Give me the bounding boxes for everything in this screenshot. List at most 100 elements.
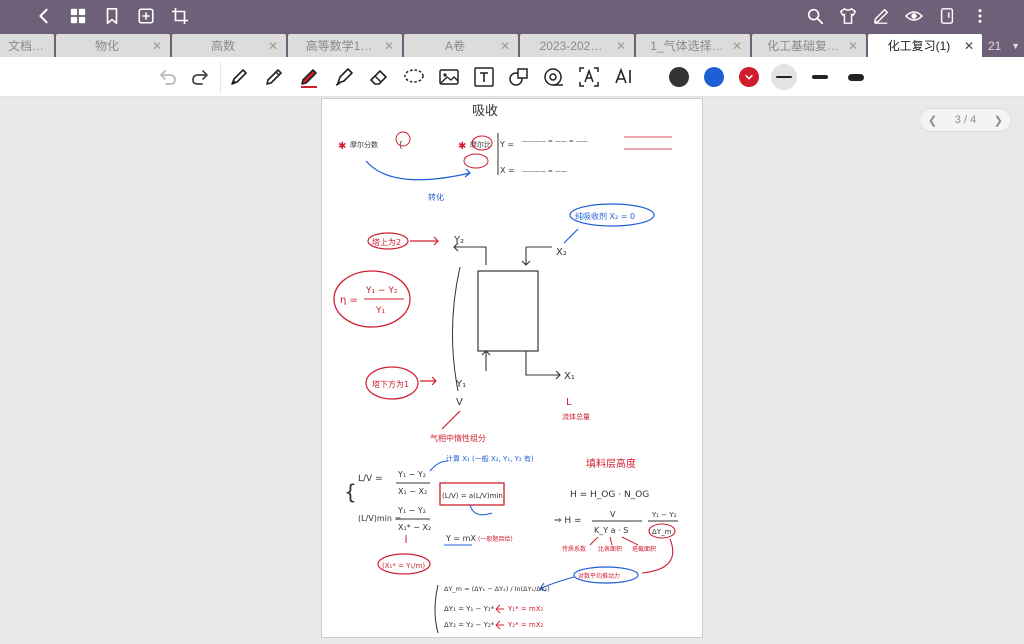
lv-lhs: L/V = xyxy=(358,474,383,484)
inert-gas-label: 气相中惰性组分 xyxy=(430,433,486,443)
tab-8-active[interactable]: 化工复习(1) ✕ xyxy=(868,34,982,57)
star-icon: ✱ xyxy=(338,141,346,152)
color-swatch-blue[interactable] xyxy=(704,67,724,87)
tab-overflow-count[interactable]: 21 ▼ xyxy=(984,34,1024,57)
lvmin-numerator: Y₁ − Y₂ xyxy=(397,506,426,515)
back-icon[interactable] xyxy=(34,6,54,26)
highlighter-icon[interactable] xyxy=(332,65,356,89)
shirt-icon[interactable] xyxy=(838,6,858,26)
lv-denominator: X₁ − X₂ xyxy=(398,487,427,496)
stroke-thick[interactable] xyxy=(845,70,867,84)
h-equation-2: ⇒ H = xyxy=(554,516,582,526)
eraser-icon[interactable] xyxy=(367,65,391,89)
color-swatch-black[interactable] xyxy=(669,67,689,87)
svg-text:———— = ——: ———— = —— xyxy=(522,168,567,175)
stroke-medium[interactable] xyxy=(810,70,830,84)
dym-formula: ΔY_m = (ΔY₁ − ΔY₂) / ln(ΔY₁/ΔY₂) xyxy=(444,585,550,593)
toolbar-divider xyxy=(220,61,221,93)
lasso-icon[interactable] xyxy=(402,65,426,89)
stroke-thin-selected[interactable] xyxy=(771,64,797,90)
shapes-icon[interactable] xyxy=(507,65,531,89)
convert-label: 转化 xyxy=(428,192,444,202)
lvmin-lhs: (L/V)min = xyxy=(358,514,401,523)
label-x1: X₁ xyxy=(564,371,575,382)
cross-section-label: 塔截面积 xyxy=(632,545,656,553)
mole-ratio-label: 摩尔比 xyxy=(470,140,491,149)
ai-icon[interactable] xyxy=(612,65,636,89)
tab-strip: 文档… 物化 ✕ 高数 ✕ 高等数学1… ✕ A卷 ✕ 2023-202… ✕ 1_气体选… xyxy=(0,32,1024,57)
tab-1[interactable]: 物化 ✕ xyxy=(56,34,170,57)
next-page-icon[interactable]: ❯ xyxy=(994,114,1003,127)
more-icon[interactable] xyxy=(970,6,990,26)
dy2-formula: ΔY₂ = Y₂ − Y₂* xyxy=(444,621,495,629)
bottom-label: 塔下方为1 xyxy=(372,379,409,389)
tab-7[interactable]: 化工基础复… ✕ xyxy=(752,34,866,57)
tab-6[interactable]: 1_气体选择… ✕ xyxy=(636,34,750,57)
text-box-icon[interactable] xyxy=(472,65,496,89)
image-icon[interactable] xyxy=(437,65,461,89)
y1-star-formula: Y₁* = mX₁ xyxy=(507,605,544,613)
pencil-icon[interactable] xyxy=(262,65,286,89)
equilibrium-line: Y = mX xyxy=(445,534,476,543)
tab-4[interactable]: A卷 ✕ xyxy=(404,34,518,57)
label-l: L xyxy=(566,397,572,408)
grid-icon[interactable] xyxy=(68,6,88,26)
h-equation-1: H = H_OG · N_OG xyxy=(570,490,649,500)
ballpoint-pen-icon[interactable] xyxy=(297,65,321,89)
svg-text:(一般题目给): (一般题目给) xyxy=(478,535,513,543)
close-icon[interactable]: ✕ xyxy=(384,39,394,53)
label-v: V xyxy=(456,397,463,408)
eye-icon[interactable] xyxy=(904,6,924,26)
ocr-text-icon[interactable] xyxy=(577,65,601,89)
y2-star-formula: Y₂* = mX₂ xyxy=(507,621,544,629)
lvmin-denominator: X₁* − X₂ xyxy=(398,523,431,532)
close-icon[interactable]: ✕ xyxy=(152,39,162,53)
chevron-down-icon: ▼ xyxy=(1011,40,1020,51)
close-icon[interactable]: ✕ xyxy=(500,39,510,53)
tape-icon[interactable] xyxy=(542,65,566,89)
bookmark-icon[interactable] xyxy=(102,6,122,26)
label-x2: X₂ xyxy=(556,247,567,258)
dy1-formula: ΔY₁ = Y₁ − Y₁* xyxy=(444,605,495,613)
svg-text:✱: ✱ xyxy=(458,141,466,152)
crop-icon[interactable] xyxy=(170,6,190,26)
tab-2[interactable]: 高数 ✕ xyxy=(172,34,286,57)
h-denominator: K_Y a · S xyxy=(594,526,628,535)
color-swatch-red-selected[interactable] xyxy=(739,67,759,87)
label-y1: Y₁ xyxy=(455,379,466,390)
eta-lhs: η = xyxy=(340,295,358,306)
notebook-icon[interactable] xyxy=(937,6,957,26)
x1-star-formula: (X₁* = Y₁/m) xyxy=(382,562,425,570)
close-icon[interactable]: ✕ xyxy=(964,39,974,53)
svg-text:———— = —— = ——: ———— = —— = —— xyxy=(522,138,588,145)
search-icon[interactable] xyxy=(805,6,825,26)
svg-text:{: { xyxy=(344,480,357,504)
tab-5[interactable]: 2023-202… ✕ xyxy=(520,34,634,57)
close-icon[interactable]: ✕ xyxy=(848,39,858,53)
mole-fraction-label: 摩尔分数 xyxy=(350,140,378,149)
lv-numerator: Y₁ − Y₂ xyxy=(397,470,426,479)
h-frac2-den: ΔY_m xyxy=(652,528,672,536)
add-page-icon[interactable] xyxy=(136,6,156,26)
area-label: 比表面积 xyxy=(598,545,622,553)
undo-icon[interactable] xyxy=(156,65,180,89)
top-label: 塔上为2 xyxy=(372,237,401,247)
redo-icon[interactable] xyxy=(188,65,212,89)
pure-absorbent-label: 纯吸收剂 X₂ = 0 xyxy=(575,211,635,221)
close-icon[interactable]: ✕ xyxy=(732,39,742,53)
height-label: 填料层高度 xyxy=(586,457,636,470)
page-indicator[interactable]: ❮ 3 / 4 ❯ xyxy=(919,108,1012,132)
tab-3[interactable]: 高等数学1… ✕ xyxy=(288,34,402,57)
fountain-pen-icon[interactable] xyxy=(227,65,251,89)
eta-numerator: Y₁ − Y₂ xyxy=(365,286,398,296)
prev-page-icon[interactable]: ❮ xyxy=(928,114,937,127)
pen-edit-icon[interactable] xyxy=(871,6,891,26)
close-icon[interactable]: ✕ xyxy=(268,39,278,53)
calc-note: 计算 X₁ (一般 X₂, Y₁, Y₂ 有) xyxy=(446,454,534,463)
note-title: 吸收 xyxy=(472,104,498,119)
ratio-formula: (L/V) = a(L/V)min xyxy=(442,492,503,500)
note-page[interactable]: 吸收 ✱ 摩尔分数 { 转化 ✱ 摩尔比 Y = ———— = —— = —— … xyxy=(321,98,703,638)
close-icon[interactable]: ✕ xyxy=(616,39,626,53)
liquid-flow-label: 流体总量 xyxy=(562,412,590,421)
tab-0[interactable]: 文档… xyxy=(0,34,54,57)
